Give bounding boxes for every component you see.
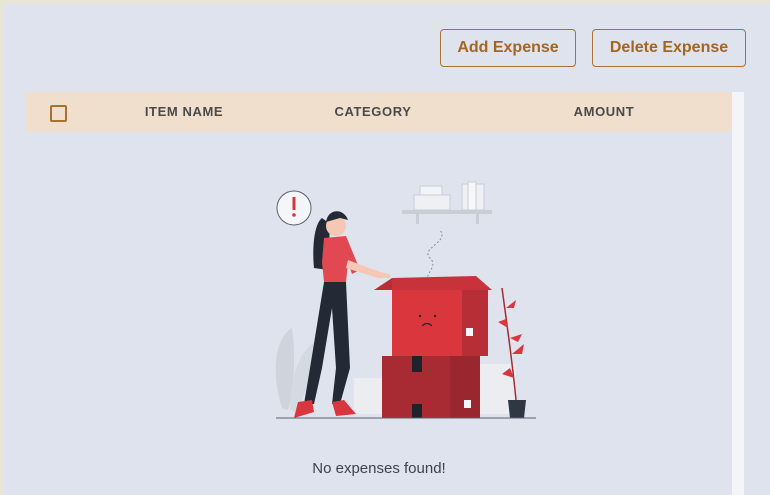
shelf-icon (402, 181, 492, 224)
expenses-panel: Add Expense Delete Expense ITEM NAME CAT… (4, 4, 770, 495)
empty-state-illustration (275, 181, 536, 419)
empty-box-icon (374, 276, 492, 418)
column-header-amount[interactable]: AMOUNT (544, 92, 664, 132)
empty-state-message: No expenses found! (312, 460, 446, 477)
select-all-checkbox[interactable] (50, 105, 67, 122)
exclamation-bubble-icon (276, 190, 312, 226)
expense-table: ITEM NAME CATEGORY AMOUNT No expenses fo… (26, 92, 744, 495)
column-header-item-name[interactable]: ITEM NAME (122, 92, 246, 132)
vertical-scrollbar[interactable] (732, 92, 744, 495)
delete-expense-button[interactable]: Delete Expense (592, 29, 746, 67)
column-header-category[interactable]: CATEGORY (308, 92, 438, 132)
table-header: ITEM NAME CATEGORY AMOUNT (26, 92, 732, 132)
add-expense-button[interactable]: Add Expense (440, 29, 576, 67)
